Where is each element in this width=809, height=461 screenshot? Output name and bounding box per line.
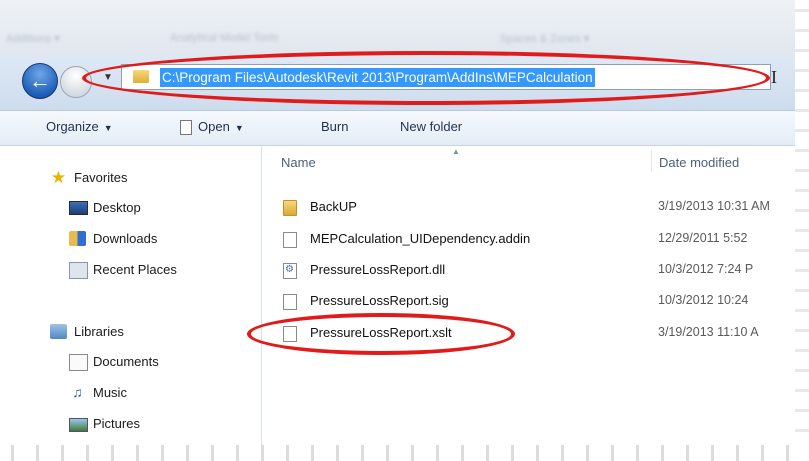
file-date: 3/19/2013 10:31 AM (658, 199, 770, 213)
column-divider[interactable] (651, 150, 652, 172)
file-row-addin[interactable]: MEPCalculation_UIDependency.addin 12/29/… (275, 228, 809, 252)
chevron-down-icon: ▼ (234, 123, 244, 133)
recent-places-icon (69, 262, 88, 279)
file-date: 10/3/2012 10:24 (658, 293, 749, 307)
back-button[interactable]: ← (22, 63, 58, 99)
navigation-pane: ★ Favorites Desktop Downloads Recent Pla… (0, 146, 262, 461)
column-header-name[interactable]: Name (281, 155, 316, 170)
highlight-ellipse-xslt (247, 313, 515, 355)
file-name: MEPCalculation_UIDependency.addin (310, 231, 531, 246)
file-icon (283, 232, 297, 248)
command-bar: Organize ▼ Open ▼ Burn New folder (0, 111, 809, 146)
sort-ascending-icon: ▲ (452, 147, 460, 156)
open-label: Open (198, 119, 230, 134)
file-date: 3/19/2013 11:10 A (658, 325, 759, 339)
downloads-icon (69, 231, 86, 246)
file-icon (283, 294, 297, 310)
file-name: PressureLossReport.sig (310, 293, 449, 308)
organize-label: Organize (46, 119, 99, 134)
ribbon-fragment: Additions ▾ (6, 33, 60, 45)
document-icon (180, 120, 192, 136)
file-date: 12/29/2011 5:52 (658, 231, 748, 245)
revit-ribbon-background: Additions ▾ Analytical Model Tools Space… (0, 0, 809, 55)
star-icon: ★ (50, 168, 67, 187)
folder-icon (283, 200, 297, 216)
pictures-icon (69, 418, 88, 432)
ribbon-fragment: Analytical Model Tools (170, 32, 279, 44)
file-name: PressureLossReport.dll (310, 262, 446, 277)
file-row-dll[interactable]: PressureLossReport.dll 10/3/2012 7:24 P (275, 259, 809, 283)
column-header-date-modified[interactable]: Date modified (659, 155, 739, 170)
open-button[interactable]: Open ▼ (180, 111, 244, 145)
highlight-ellipse-address (82, 51, 770, 105)
chevron-down-icon: ▼ (103, 123, 113, 133)
file-row-backup[interactable]: BackUP 3/19/2013 10:31 AM (275, 196, 809, 220)
file-date: 10/3/2012 7:24 P (658, 262, 754, 276)
desktop-icon (69, 201, 88, 215)
burn-button[interactable]: Burn (321, 111, 348, 145)
explorer-window: Additions ▾ Analytical Model Tools Space… (0, 0, 809, 461)
documents-icon (69, 354, 88, 371)
new-folder-button[interactable]: New folder (400, 111, 462, 145)
text-cursor-icon: I (771, 67, 777, 87)
libraries-icon (50, 324, 67, 339)
music-icon: ♫ (72, 384, 83, 400)
back-arrow-icon: ← (29, 68, 51, 93)
organize-button[interactable]: Organize ▼ (46, 111, 113, 145)
torn-edge-bottom (0, 445, 809, 461)
ribbon-fragment: Spaces & Zones ▾ (500, 33, 590, 45)
torn-edge-right (795, 0, 809, 461)
file-name: BackUP (310, 199, 357, 214)
dll-icon (283, 263, 297, 279)
file-row-sig[interactable]: PressureLossReport.sig 10/3/2012 10:24 (275, 290, 809, 314)
